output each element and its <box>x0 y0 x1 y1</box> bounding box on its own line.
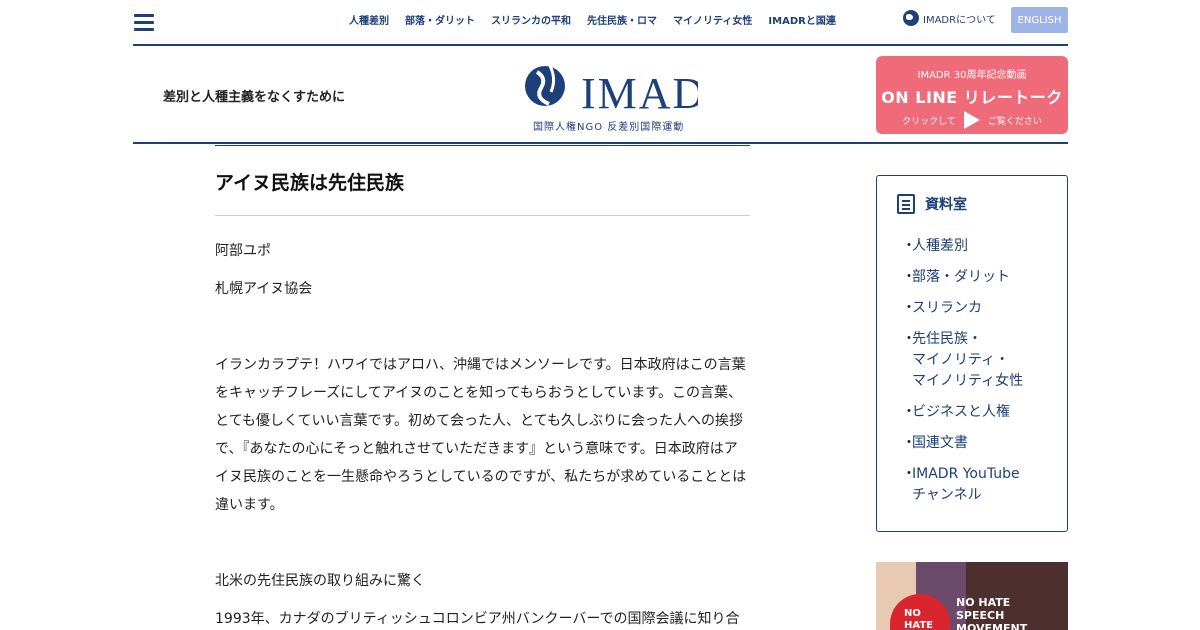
banner-caption: NO HATE SPEECH MOVEMENT <box>956 596 1028 630</box>
sidebar-list: ・人種差別 ・部落・ダリット ・スリランカ ・先住民族・ マイノリティ・ マイノ… <box>902 236 1023 516</box>
anniversary-video-banner[interactable]: IMADR 30周年記念動画 ON LINE リレートーク クリックして ご覧く… <box>876 56 1068 134</box>
resource-room-sidebar: 資料室 ・人種差別 ・部落・ダリット ・スリランカ ・先住民族・ マイノリティ・… <box>876 175 1068 532</box>
nav-item-sri-lanka[interactable]: スリランカの平和 <box>491 12 571 27</box>
svg-text:IMADR: IMADR <box>581 69 698 118</box>
nav-item-racism[interactable]: 人種差別 <box>349 12 389 27</box>
logo-subtitle: 国際人権NGO 反差別国際運動 <box>533 122 685 133</box>
nav-item-imadr-un[interactable]: IMADRと国連 <box>768 12 835 27</box>
article-paragraph-next: 1993年、カナダのブリティッシュコロンビア州バンクーバーでの国際会議に知り合 <box>215 611 740 627</box>
sidebar-item-business-human-rights[interactable]: ・ビジネスと人権 <box>902 402 1023 423</box>
nav-item-buraku-dalit[interactable]: 部落・ダリット <box>405 12 475 27</box>
sidebar-heading: 資料室 <box>897 194 967 214</box>
sidebar-title: 資料室 <box>925 197 967 213</box>
hamburger-menu-icon[interactable] <box>134 14 154 32</box>
sidebar-item-label: 先住民族・ マイノリティ・ マイノリティ女性 <box>912 331 1024 389</box>
sidebar-item-label: 部落・ダリット <box>912 269 1010 285</box>
promo-line2: ON LINE リレートーク <box>881 88 1063 107</box>
promo-click-row: クリックして ご覧ください <box>876 111 1068 129</box>
title-divider <box>215 215 750 216</box>
english-button[interactable]: ENGLISH <box>1011 7 1068 33</box>
banner-heart-text: NO HATE <box>904 608 933 630</box>
article-title: アイヌ民族は先住民族 <box>215 172 405 194</box>
site-header: 差別と人種主義をなくすために IMADR 国際人権NGO 反差別国際運動 IMA… <box>133 46 1068 144</box>
nav-item-minority-women[interactable]: マイノリティ女性 <box>673 12 752 27</box>
article-organization: 札幌アイヌ協会 <box>215 281 313 297</box>
sidebar-item-racism[interactable]: ・人種差別 <box>902 236 1023 257</box>
sidebar-item-label: スリランカ <box>912 300 982 316</box>
globe-icon <box>903 10 919 26</box>
article-top-rule <box>215 145 750 146</box>
promo-click-right: ご覧ください <box>987 116 1042 127</box>
sidebar-item-youtube[interactable]: ・ IMADR YouTube チャンネル <box>902 464 1023 506</box>
article-author: 阿部ユポ <box>215 243 271 259</box>
main-nav: 人種差別 部落・ダリット スリランカの平和 先住民族・ロマ マイノリティ女性 I… <box>349 12 852 27</box>
play-icon <box>963 111 980 129</box>
about-label: IMADRについて <box>923 14 996 26</box>
nav-item-indigenous-roma[interactable]: 先住民族・ロマ <box>587 12 657 27</box>
sidebar-item-label: 国連文書 <box>912 435 968 451</box>
no-hate-speech-banner[interactable]: NO HATE NO HATE SPEECH MOVEMENT <box>876 562 1068 630</box>
promo-line1: IMADR 30周年記念動画 <box>917 70 1027 81</box>
document-icon <box>897 194 915 214</box>
about-link[interactable]: IMADRについて <box>903 10 996 26</box>
site-tagline: 差別と人種主義をなくすために <box>163 90 346 105</box>
sidebar-item-label: ビジネスと人権 <box>912 404 1010 420</box>
article: アイヌ民族は先住民族 阿部ユポ 札幌アイヌ協会 イランカラプテ！ハワイではアロハ… <box>215 145 750 630</box>
top-navigation-bar: 人種差別 部落・ダリット スリランカの平和 先住民族・ロマ マイノリティ女性 I… <box>133 0 1068 46</box>
sidebar-item-sri-lanka[interactable]: ・スリランカ <box>902 298 1023 319</box>
sidebar-item-un-documents[interactable]: ・国連文書 <box>902 433 1023 454</box>
article-paragraph: イランカラプテ！ハワイではアロハ、沖縄ではメンソーレです。日本政府はこの言葉をキ… <box>215 357 747 513</box>
sidebar-item-label: 人種差別 <box>912 238 968 254</box>
article-subheading: 北米の先住民族の取り組みに驚く <box>215 573 425 589</box>
promo-click-left: クリックして <box>902 116 956 127</box>
sidebar-item-indigenous-minority[interactable]: ・先住民族・ マイノリティ・ マイノリティ女性 <box>902 329 1023 392</box>
sidebar-item-label: IMADR YouTube チャンネル <box>912 466 1020 503</box>
sidebar-item-buraku-dalit[interactable]: ・部落・ダリット <box>902 267 1023 288</box>
